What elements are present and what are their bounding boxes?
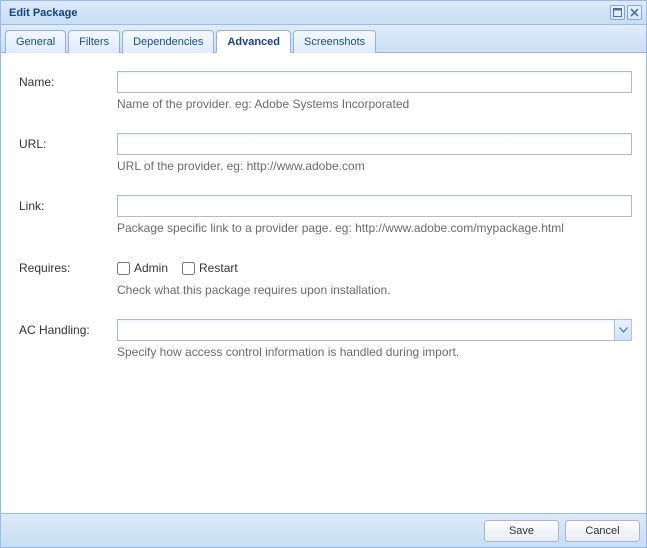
tab-label: Screenshots	[304, 36, 365, 48]
cancel-button-label: Cancel	[585, 525, 619, 537]
maximize-icon	[613, 8, 622, 17]
tab-label: Dependencies	[133, 36, 203, 48]
ac-handling-combo[interactable]	[117, 319, 632, 341]
name-input[interactable]	[117, 71, 632, 93]
close-button[interactable]	[627, 5, 642, 20]
checkbox-admin-label: Admin	[134, 261, 168, 275]
row-link: Link: Package specific link to a provide…	[19, 195, 632, 235]
checkbox-admin-wrap[interactable]: Admin	[117, 261, 168, 275]
window-title: Edit Package	[9, 7, 610, 19]
titlebar-buttons	[610, 5, 642, 20]
chevron-down-icon	[619, 327, 628, 333]
titlebar: Edit Package	[1, 1, 646, 25]
help-ac-handling: Specify how access control information i…	[117, 345, 632, 359]
footer: Save Cancel	[1, 513, 646, 547]
row-requires: Requires: Admin Restart Check what this …	[19, 257, 632, 297]
help-requires: Check what this package requires upon in…	[117, 283, 632, 297]
label-requires: Requires:	[19, 257, 117, 297]
close-icon	[630, 8, 639, 17]
save-button[interactable]: Save	[484, 520, 559, 542]
tabstrip: General Filters Dependencies Advanced Sc…	[1, 25, 646, 53]
label-name: Name:	[19, 71, 117, 111]
url-input[interactable]	[117, 133, 632, 155]
tab-label: Filters	[79, 36, 109, 48]
label-ac-handling: AC Handling:	[19, 319, 117, 359]
checkbox-restart-label: Restart	[199, 261, 238, 275]
tab-label: General	[16, 36, 55, 48]
ac-handling-trigger[interactable]	[614, 319, 632, 341]
cancel-button[interactable]: Cancel	[565, 520, 640, 542]
maximize-button[interactable]	[610, 5, 625, 20]
checkbox-restart[interactable]	[182, 262, 195, 275]
help-name: Name of the provider. eg: Adobe Systems …	[117, 97, 632, 111]
row-url: URL: URL of the provider. eg: http://www…	[19, 133, 632, 173]
tab-dependencies[interactable]: Dependencies	[122, 30, 214, 53]
row-name: Name: Name of the provider. eg: Adobe Sy…	[19, 71, 632, 111]
tab-filters[interactable]: Filters	[68, 30, 120, 53]
requires-checkboxes: Admin Restart	[117, 257, 632, 279]
tab-label: Advanced	[227, 36, 280, 48]
edit-package-window: Edit Package General Filters Dependencie…	[0, 0, 647, 548]
row-ac-handling: AC Handling: Specify how access control …	[19, 319, 632, 359]
help-link: Package specific link to a provider page…	[117, 221, 632, 235]
label-url: URL:	[19, 133, 117, 173]
link-input[interactable]	[117, 195, 632, 217]
tab-screenshots[interactable]: Screenshots	[293, 30, 376, 53]
help-url: URL of the provider. eg: http://www.adob…	[117, 159, 632, 173]
tab-general[interactable]: General	[5, 30, 66, 53]
ac-handling-input[interactable]	[117, 319, 614, 341]
checkbox-admin[interactable]	[117, 262, 130, 275]
save-button-label: Save	[509, 525, 534, 537]
tab-advanced[interactable]: Advanced	[216, 30, 291, 53]
form-content: Name: Name of the provider. eg: Adobe Sy…	[1, 53, 646, 513]
label-link: Link:	[19, 195, 117, 235]
checkbox-restart-wrap[interactable]: Restart	[182, 261, 238, 275]
